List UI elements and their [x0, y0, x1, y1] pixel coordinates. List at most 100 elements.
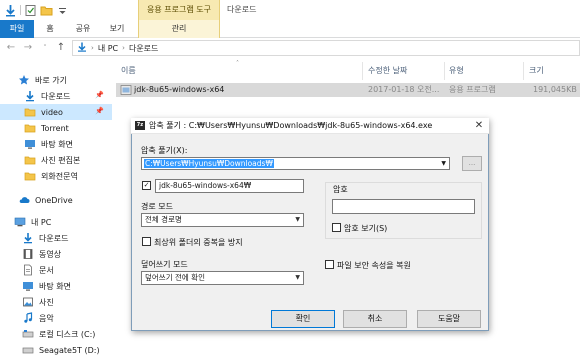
- sidebar-item-label: 사진: [39, 297, 54, 307]
- password-label: 암호: [331, 184, 350, 195]
- subfolder-name-field[interactable]: jdk-8u65-windows-x64₩: [155, 179, 304, 193]
- toolbar-separator: [20, 5, 21, 15]
- column-header-name[interactable]: 이름: [121, 60, 136, 82]
- path-mode-value: 전체 경로명: [145, 215, 182, 224]
- sidebar-item-downloads[interactable]: 다운로드 📌: [0, 88, 112, 104]
- sidebar-item-label: 외화전문역: [41, 171, 78, 181]
- pin-icon[interactable]: 📌: [95, 91, 104, 99]
- desktop-icon: [22, 280, 34, 292]
- restore-security-checkbox[interactable]: [325, 260, 334, 269]
- download-icon: [24, 90, 36, 102]
- window-title: 다운로드: [227, 5, 257, 14]
- sort-ascending-icon: ˄: [236, 60, 239, 67]
- sidebar-item-label: 내 PC: [31, 217, 52, 227]
- sidebar-item-label: 다운로드: [41, 91, 71, 101]
- sidebar-item-subtitles[interactable]: 외화전문역: [0, 168, 112, 184]
- sidebar-item-this-pc[interactable]: 내 PC: [0, 214, 112, 230]
- title-bar: [0, 0, 580, 20]
- folder-icon: [24, 106, 36, 118]
- sidebar-item-documents[interactable]: 문서: [0, 262, 112, 278]
- show-password-label[interactable]: 암호 보기(S): [344, 223, 387, 234]
- forward-arrow-icon[interactable]: →: [22, 42, 34, 54]
- password-field[interactable]: [332, 199, 475, 214]
- sidebar-item-label: OneDrive: [35, 195, 73, 205]
- column-divider[interactable]: [523, 62, 524, 80]
- tab-home[interactable]: 홈: [38, 20, 62, 38]
- sidebar-item-drive-c[interactable]: 로컬 디스크 (C:): [0, 326, 112, 342]
- sidebar-item-desktop[interactable]: 바탕 화면: [0, 136, 112, 152]
- document-icon: [22, 264, 34, 276]
- up-arrow-icon[interactable]: ↑: [55, 42, 67, 54]
- tab-manage[interactable]: 관리: [138, 20, 220, 38]
- column-header-type[interactable]: 유형: [449, 60, 464, 82]
- sidebar-item-onedrive[interactable]: OneDrive: [0, 192, 112, 208]
- eliminate-duplicate-label[interactable]: 최상위 폴더의 중복을 방지: [154, 237, 243, 248]
- path-mode-select[interactable]: 전체 경로명 ▼: [141, 213, 304, 227]
- browse-button[interactable]: ...: [462, 156, 482, 171]
- sidebar-item-label: 문서: [39, 265, 54, 275]
- breadcrumb-downloads[interactable]: 다운로드: [129, 43, 158, 54]
- cancel-button[interactable]: 취소: [343, 310, 407, 328]
- sidebar-item-label: 동영상: [39, 249, 62, 259]
- tab-share[interactable]: 공유: [70, 20, 96, 38]
- column-header-size[interactable]: 크기: [529, 60, 544, 82]
- properties-icon[interactable]: [24, 4, 37, 17]
- subfolder-checkbox[interactable]: ✓: [142, 181, 151, 190]
- sidebar-item-photo-edits[interactable]: 사진 편집본: [0, 152, 112, 168]
- close-icon[interactable]: ✕: [472, 119, 486, 133]
- column-header-modified[interactable]: 수정한 날짜: [368, 60, 407, 82]
- location-download-icon: [77, 42, 87, 54]
- restore-security-label[interactable]: 파일 보안 속성을 복원: [337, 260, 411, 271]
- sidebar-item-drive-d[interactable]: Seagate5T (D:): [0, 342, 112, 358]
- tab-view[interactable]: 보기: [104, 20, 130, 38]
- overwrite-mode-select[interactable]: 덮어쓰기 전에 확인 ▼: [141, 271, 304, 285]
- quick-access-toolbar: [4, 3, 69, 17]
- dialog-title: 압축 풀기 : C:₩Users₩Hyunsu₩Downloads₩jdk-8u…: [149, 121, 433, 130]
- computer-icon: [14, 216, 26, 228]
- sidebar-item-label: 음악: [39, 313, 54, 323]
- file-name: jdk-8u65-windows-x64: [134, 85, 225, 94]
- 7zip-app-icon: 7z: [135, 121, 145, 130]
- check-mark-icon: ✓: [143, 181, 150, 189]
- breadcrumb-separator-icon[interactable]: ›: [122, 44, 125, 52]
- sidebar-item-quick-access[interactable]: 바로 가기: [0, 72, 112, 88]
- eliminate-duplicate-checkbox[interactable]: [142, 237, 151, 246]
- extract-path-combobox[interactable]: C:₩Users₩Hyunsu₩Downloads₩ ▼: [141, 157, 450, 170]
- overwrite-mode-value: 덮어쓰기 전에 확인: [145, 273, 205, 282]
- sidebar-item-video[interactable]: video 📌: [0, 104, 112, 120]
- sidebar-item-torrent[interactable]: Torrent: [0, 120, 112, 136]
- column-divider[interactable]: [444, 62, 445, 80]
- file-size: 191,045KB: [533, 85, 577, 94]
- show-password-checkbox[interactable]: [332, 223, 341, 232]
- sidebar-item-videos[interactable]: 동영상: [0, 246, 112, 262]
- sidebar-item-music[interactable]: 음악: [0, 310, 112, 326]
- pin-icon[interactable]: 📌: [95, 107, 104, 115]
- help-button[interactable]: 도움말: [417, 310, 481, 328]
- tab-file[interactable]: 파일: [0, 20, 34, 38]
- folder-icon: [24, 170, 36, 182]
- sidebar-item-pc-desktop[interactable]: 바탕 화면: [0, 278, 112, 294]
- sidebar-item-pictures[interactable]: 사진: [0, 294, 112, 310]
- back-arrow-icon[interactable]: ←: [5, 42, 17, 54]
- cloud-icon: [18, 194, 30, 206]
- sidebar-item-label: video: [41, 107, 63, 117]
- navigation-pane: 바로 가기 다운로드 📌 video 📌 Torrent 바탕 화면 사진 편집…: [0, 66, 112, 363]
- address-bar[interactable]: › 내 PC › 다운로드: [72, 40, 580, 56]
- chevron-down-icon[interactable]: ▼: [441, 158, 446, 169]
- sidebar-item-pc-downloads[interactable]: 다운로드: [0, 230, 112, 246]
- picture-icon: [22, 296, 34, 308]
- breadcrumb-separator-icon[interactable]: ›: [91, 44, 94, 52]
- new-folder-icon[interactable]: [40, 4, 53, 17]
- app-download-icon: [4, 4, 17, 17]
- customize-toolbar-icon[interactable]: [56, 4, 69, 17]
- path-mode-label: 경로 모드: [141, 202, 173, 211]
- ok-button[interactable]: 확인: [271, 310, 335, 328]
- sidebar-item-label: Torrent: [41, 123, 69, 133]
- star-icon: [18, 74, 30, 86]
- download-icon: [22, 232, 34, 244]
- breadcrumb-this-pc[interactable]: 내 PC: [98, 43, 118, 54]
- sidebar-item-label: 바탕 화면: [39, 281, 71, 291]
- drive-icon: [22, 328, 34, 340]
- recent-locations-icon[interactable]: ˅: [39, 42, 51, 54]
- column-divider[interactable]: [362, 62, 363, 80]
